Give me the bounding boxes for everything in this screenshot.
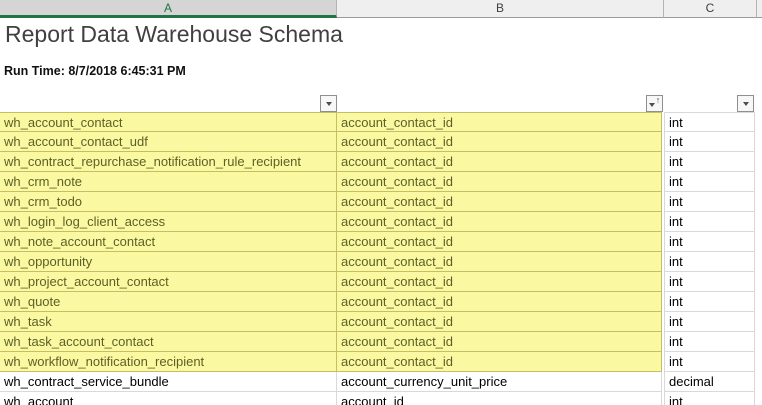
- sort-ascending-icon: ↑: [656, 96, 661, 105]
- table-row: wh_quoteaccount_contact_idint: [0, 292, 762, 312]
- column-header-bar: A B C: [0, 0, 762, 18]
- cell-column-name[interactable]: account_contact_id: [337, 292, 662, 312]
- page-title: Report Data Warehouse Schema: [5, 21, 343, 48]
- cell-data-type[interactable]: int: [664, 112, 755, 132]
- cell-column-name[interactable]: account_contact_id: [337, 272, 662, 292]
- table-row: wh_login_log_client_accessaccount_contac…: [0, 212, 762, 232]
- cell-table-name[interactable]: wh_quote: [0, 292, 337, 312]
- column-header-a[interactable]: A: [0, 0, 337, 18]
- table-row: wh_project_account_contactaccount_contac…: [0, 272, 762, 292]
- cell-column-name[interactable]: account_contact_id: [337, 172, 662, 192]
- cell-table-name[interactable]: wh_note_account_contact: [0, 232, 337, 252]
- cell-table-name[interactable]: wh_account_contact_udf: [0, 132, 337, 152]
- cell-column-name[interactable]: account_contact_id: [337, 252, 662, 272]
- filter-dropdown-icon: [326, 102, 332, 106]
- filter-button-column-a[interactable]: [320, 95, 337, 112]
- cell-table-name[interactable]: wh_opportunity: [0, 252, 337, 272]
- cell-table-name[interactable]: wh_crm_note: [0, 172, 337, 192]
- cell-column-name[interactable]: account_contact_id: [337, 132, 662, 152]
- cell-column-name[interactable]: account_contact_id: [337, 152, 662, 172]
- cell-column-name[interactable]: account_contact_id: [337, 192, 662, 212]
- table-row: wh_account_contact_udfaccount_contact_id…: [0, 132, 762, 152]
- table-row: wh_task_account_contactaccount_contact_i…: [0, 332, 762, 352]
- filter-button-column-b-sorted[interactable]: ↑: [646, 95, 663, 112]
- cell-data-type[interactable]: int: [664, 252, 755, 272]
- table-row: wh_account_contactaccount_contact_idint: [0, 112, 762, 132]
- cell-table-name[interactable]: wh_account: [0, 392, 337, 405]
- cell-table-name[interactable]: wh_project_account_contact: [0, 272, 337, 292]
- cell-column-name[interactable]: account_contact_id: [337, 332, 662, 352]
- cell-table-name[interactable]: wh_task: [0, 312, 337, 332]
- cell-data-type[interactable]: int: [664, 392, 755, 405]
- cell-table-name[interactable]: wh_crm_todo: [0, 192, 337, 212]
- table-row: wh_contract_repurchase_notification_rule…: [0, 152, 762, 172]
- cell-data-type[interactable]: int: [664, 172, 755, 192]
- cell-data-type[interactable]: int: [664, 232, 755, 252]
- cell-data-type[interactable]: int: [664, 192, 755, 212]
- cell-table-name[interactable]: wh_task_account_contact: [0, 332, 337, 352]
- cell-column-name[interactable]: account_contact_id: [337, 232, 662, 252]
- cell-table-name[interactable]: wh_account_contact: [0, 112, 337, 132]
- cell-data-type[interactable]: int: [664, 212, 755, 232]
- cell-column-name[interactable]: account_contact_id: [337, 212, 662, 232]
- column-header-b[interactable]: B: [337, 0, 664, 18]
- cell-column-name[interactable]: account_id: [337, 392, 662, 405]
- cell-data-type[interactable]: int: [664, 152, 755, 172]
- spreadsheet-window: { "sheet": { "column_headers": [ {"label…: [0, 0, 762, 405]
- cell-table-name[interactable]: wh_contract_repurchase_notification_rule…: [0, 152, 337, 172]
- cell-data-type[interactable]: int: [664, 132, 755, 152]
- cell-data-type[interactable]: int: [664, 352, 755, 372]
- table-row: wh_opportunityaccount_contact_idint: [0, 252, 762, 272]
- cell-column-name[interactable]: account_contact_id: [337, 352, 662, 372]
- cell-column-name[interactable]: account_contact_id: [337, 312, 662, 332]
- filter-dropdown-icon: [743, 102, 749, 106]
- cell-table-name[interactable]: wh_contract_service_bundle: [0, 372, 337, 392]
- run-time-label: Run Time: 8/7/2018 6:45:31 PM: [4, 64, 186, 78]
- cell-table-name[interactable]: wh_login_log_client_access: [0, 212, 337, 232]
- cell-data-type[interactable]: int: [664, 292, 755, 312]
- cell-table-name[interactable]: wh_workflow_notification_recipient: [0, 352, 337, 372]
- filter-dropdown-icon: [649, 103, 655, 107]
- table-row: wh_crm_noteaccount_contact_idint: [0, 172, 762, 192]
- table-row: wh_taskaccount_contact_idint: [0, 312, 762, 332]
- filter-button-column-c[interactable]: [737, 95, 754, 112]
- table-row: wh_workflow_notification_recipientaccoun…: [0, 352, 762, 372]
- cell-data-type[interactable]: int: [664, 332, 755, 352]
- table-row: wh_crm_todoaccount_contact_idint: [0, 192, 762, 212]
- cell-data-type[interactable]: int: [664, 272, 755, 292]
- column-header-overflow: [757, 0, 762, 18]
- column-header-c[interactable]: C: [664, 0, 757, 18]
- cell-data-type[interactable]: decimal: [664, 372, 755, 392]
- table-row: wh_note_account_contactaccount_contact_i…: [0, 232, 762, 252]
- cell-data-type[interactable]: int: [664, 312, 755, 332]
- table-row: wh_accountaccount_idint: [0, 392, 762, 405]
- table-row: wh_contract_service_bundleaccount_curren…: [0, 372, 762, 392]
- cell-column-name[interactable]: account_currency_unit_price: [337, 372, 662, 392]
- cell-column-name[interactable]: account_contact_id: [337, 112, 662, 132]
